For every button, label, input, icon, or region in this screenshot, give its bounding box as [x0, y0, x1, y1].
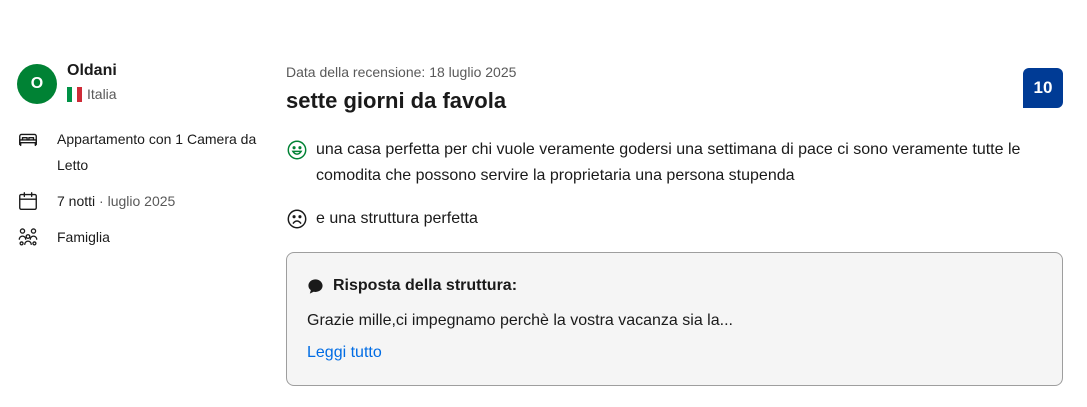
smiley-happy-icon — [287, 140, 307, 160]
traveler-type-row: Famiglia — [17, 224, 267, 250]
review-date: Data della recensione: 18 luglio 2025 — [286, 64, 517, 80]
read-more-link[interactable]: Leggi tutto — [307, 342, 1042, 364]
room-type-row: Appartamento con 1 Camera da Letto — [17, 126, 267, 178]
calendar-icon — [19, 192, 37, 210]
traveler-type: Famiglia — [57, 229, 110, 245]
nights-count: 7 notti — [57, 193, 96, 209]
response-heading-row: Risposta della struttura: — [307, 275, 1042, 297]
reviewer-details: Oldani Italia — [67, 60, 117, 102]
response-heading: Risposta della struttura: — [333, 277, 518, 294]
stay-month: luglio 2025 — [107, 193, 176, 209]
negative-text: e una struttura perfetta — [316, 210, 478, 227]
negative-comment: e una struttura perfetta — [286, 206, 1063, 232]
stay-length-row: 7 notti · luglio 2025 — [17, 188, 267, 214]
review-score-badge: 10 — [1023, 68, 1063, 108]
reviewer-panel: O Oldani Italia Appartamento con 1 Camer… — [17, 60, 267, 260]
italy-flag-icon — [67, 86, 82, 102]
reviewer-country: Italia — [67, 86, 117, 102]
positive-text: una casa perfetta per chi vuole verament… — [316, 141, 1021, 184]
review-title: sette giorni da favola — [286, 88, 507, 113]
reviewer-info: O Oldani Italia — [17, 60, 267, 104]
separator: · — [95, 193, 108, 209]
avatar: O — [17, 64, 57, 104]
room-type: Appartamento con 1 Camera da Letto — [57, 131, 257, 173]
reviewer-name: Oldani — [67, 62, 117, 79]
response-text: Grazie mille,ci impegnamo perchè la vost… — [307, 312, 733, 329]
group-icon — [18, 228, 38, 246]
positive-comment: una casa perfetta per chi vuole verament… — [286, 137, 1063, 189]
smiley-sad-icon — [287, 209, 307, 229]
review-content: Data della recensione: 18 luglio 2025 se… — [286, 62, 1063, 386]
stay-details: Appartamento con 1 Camera da Letto 7 not… — [17, 126, 267, 250]
property-response: Risposta della struttura: Grazie mille,c… — [286, 252, 1063, 386]
country-name: Italia — [87, 86, 117, 102]
bed-icon — [19, 133, 37, 147]
speech-bubble-icon — [308, 278, 323, 294]
